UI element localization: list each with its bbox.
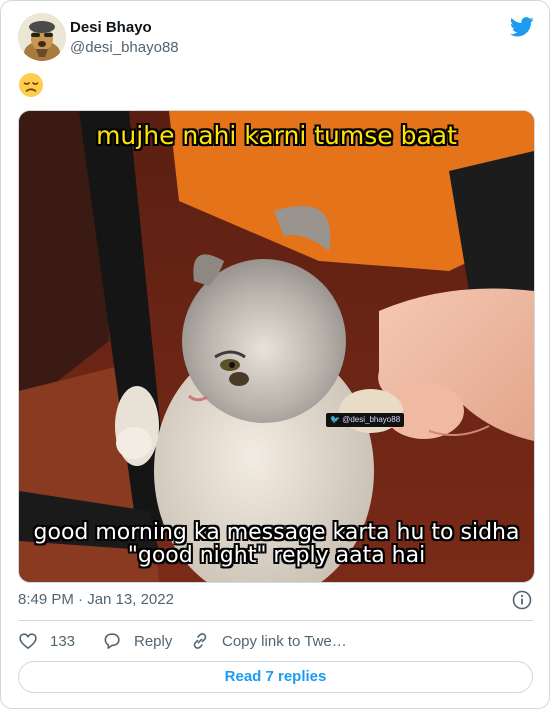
tweet-timestamp[interactable]: 8:49 PM · Jan 13, 2022 — [18, 591, 174, 608]
heart-icon — [19, 633, 37, 650]
meme-caption-bottom-line-1: good morning ka message karta hu to sidh… — [33, 520, 520, 545]
twitter-bird-icon[interactable] — [510, 17, 534, 37]
watermark-bird-icon: 🐦 — [330, 415, 340, 424]
watermark-text: @desi_bhayo88 — [342, 415, 401, 424]
reply-button[interactable]: Reply — [102, 629, 172, 653]
copy-link-label: Copy link to Twe… — [222, 632, 347, 650]
author-name[interactable]: Desi Bhayo — [70, 19, 152, 36]
like-button[interactable]: 133 — [18, 629, 75, 653]
like-count: 133 — [50, 632, 76, 650]
tweet-card: Desi Bhayo @desi_bhayo88 😞 — [0, 0, 550, 709]
meme-caption-bottom-line-2: "good night" reply aata hai — [127, 543, 426, 568]
copy-link-button[interactable]: Copy link to Twe… — [190, 629, 347, 653]
author-handle[interactable]: @desi_bhayo88 — [70, 39, 179, 56]
avatar-image — [18, 13, 66, 61]
info-icon[interactable] — [512, 590, 532, 610]
divider — [18, 620, 533, 621]
meme-photo — [19, 111, 534, 582]
read-replies-button[interactable]: Read 7 replies — [18, 661, 533, 693]
disappointed-emoji: 😞 — [18, 72, 44, 98]
reply-bubble-icon — [104, 633, 120, 649]
avatar[interactable] — [18, 13, 66, 61]
tweet-media[interactable]: mujhe nahi karni tumse baat 🐦 @desi_bhay… — [18, 110, 535, 583]
reply-label: Reply — [134, 632, 173, 650]
meme-caption-top: mujhe nahi karni tumse baat — [96, 121, 457, 150]
tweet-actions: 133 Reply Copy link to Twe… — [18, 629, 533, 653]
link-icon — [193, 633, 207, 649]
tweet-header: Desi Bhayo @desi_bhayo88 — [18, 13, 534, 63]
disappointed-face-icon — [19, 73, 43, 97]
meme-caption-bottom: good morning ka message karta hu to sidh… — [19, 521, 534, 567]
image-watermark: 🐦 @desi_bhayo88 — [326, 413, 405, 427]
